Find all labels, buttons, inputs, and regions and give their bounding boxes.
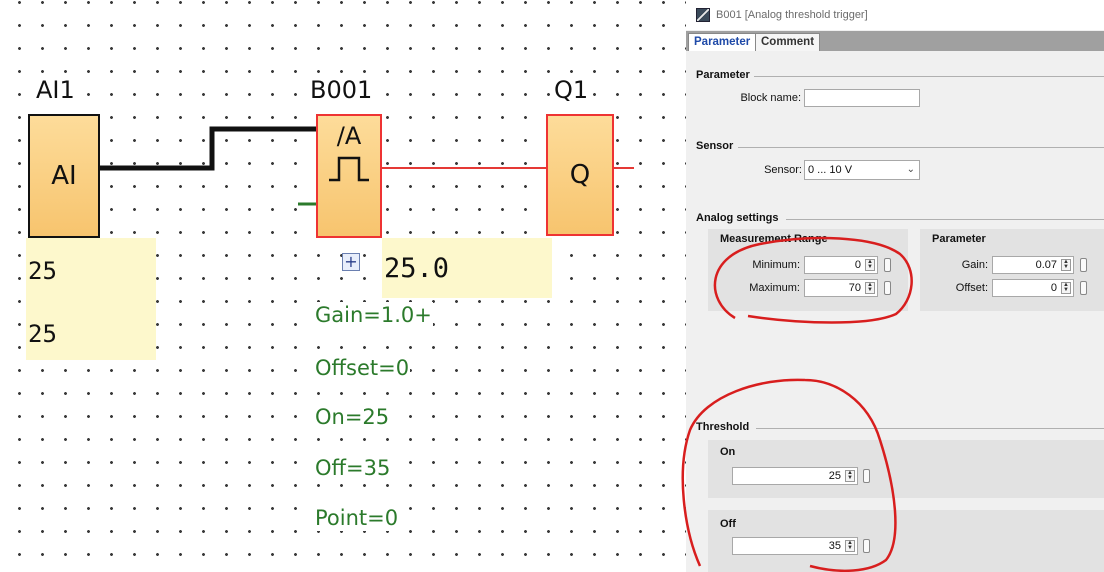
threshold-on-field[interactable]: 25 ▲ ▼ <box>732 467 858 485</box>
expand-icon[interactable]: + <box>342 253 360 271</box>
chevron-down-icon: ⌄ <box>906 164 915 175</box>
analog-settings-rule <box>786 219 1104 220</box>
threshold-section-rule <box>756 428 1104 429</box>
spin-updown-icon[interactable]: ▲ ▼ <box>845 470 855 482</box>
gain-value: 0.07 <box>1035 259 1057 271</box>
scaling-parameter-panel: Parameter Gain: 0.07 ▲ ▼ Offset: 0 ▲ ▼ <box>920 229 1104 311</box>
input-wire <box>100 126 318 171</box>
ai-value-2: 25 <box>28 320 57 348</box>
minimum-value: 0 <box>854 259 861 271</box>
sensor-label: Sensor: <box>764 164 802 176</box>
threshold-on-value: 25 <box>828 470 841 482</box>
b-block-value: 25.0 <box>384 253 450 284</box>
spin-updown-icon[interactable]: ▲ ▼ <box>865 282 875 294</box>
b-block-title: B001 <box>308 76 375 104</box>
maximum-field[interactable]: 70 ▲ ▼ <box>804 279 878 297</box>
analog-threshold-block[interactable]: /A <box>316 114 382 238</box>
threshold-on-panel: On 25 ▲ ▼ <box>708 440 1104 498</box>
analog-symbol: /A <box>336 122 362 150</box>
minimum-label: Minimum: <box>752 259 800 271</box>
function-block-diagram: AI1 B001 Q1 AI /A Q 25 25 + 25.0 Gain=1.… <box>0 0 686 572</box>
param-point: Point=0 <box>314 505 400 531</box>
offset-field[interactable]: 0 ▲ ▼ <box>992 279 1074 297</box>
dialog-titlebar: B001 [Analog threshold trigger] <box>686 0 1104 30</box>
block-name-input[interactable] <box>804 89 920 107</box>
sensor-select[interactable]: 0 ... 10 V ⌄ <box>804 160 920 180</box>
threshold-section-title: Threshold <box>696 421 750 433</box>
ai-block[interactable]: AI <box>28 114 100 238</box>
q-output-block[interactable]: Q <box>546 114 614 236</box>
block-properties-dialog: B001 [Analog threshold trigger] Paramete… <box>686 0 1104 572</box>
minimum-field[interactable]: 0 ▲ ▼ <box>804 256 878 274</box>
param-offset: Offset=0 <box>314 355 411 381</box>
param-gain: Gain=1.0+ <box>314 302 433 328</box>
block-name-label: Block name: <box>740 92 801 104</box>
sensor-select-value: 0 ... 10 V <box>808 164 853 176</box>
ai-block-title: AI1 <box>34 76 77 104</box>
gain-label: Gain: <box>961 259 988 271</box>
tab-strip: Parameter Comment <box>686 31 1104 51</box>
reference-icon[interactable] <box>884 281 891 295</box>
param-on: On=25 <box>314 404 391 430</box>
spin-updown-icon[interactable]: ▲ ▼ <box>845 540 855 552</box>
threshold-off-title: Off <box>720 518 736 530</box>
threshold-on-title: On <box>720 446 736 458</box>
scaling-parameter-title: Parameter <box>932 233 986 245</box>
maximum-value: 70 <box>848 282 861 294</box>
spin-updown-icon[interactable]: ▲ ▼ <box>1061 259 1071 271</box>
dialog-title: B001 [Analog threshold trigger] <box>716 9 868 21</box>
parameter-section-title: Parameter <box>696 69 750 81</box>
threshold-pulse-icon <box>329 156 369 182</box>
reference-icon[interactable] <box>1080 281 1087 295</box>
maximum-label: Maximum: <box>749 282 800 294</box>
sensor-section-rule <box>738 147 1104 148</box>
measurement-range-title: Measurement Range <box>720 233 828 245</box>
spin-updown-icon[interactable]: ▲ ▼ <box>865 259 875 271</box>
threshold-off-field[interactable]: 35 ▲ ▼ <box>732 537 858 555</box>
reference-icon[interactable] <box>1080 258 1087 272</box>
block-icon <box>696 8 710 22</box>
q-block-title: Q1 <box>552 76 591 104</box>
spin-updown-icon[interactable]: ▲ ▼ <box>1061 282 1071 294</box>
ai-block-label: AI <box>51 161 77 191</box>
offset-label: Offset: <box>955 282 988 294</box>
q-block-label: Q <box>569 160 591 190</box>
measurement-range-panel: Measurement Range Minimum: 0 ▲ ▼ Maximum:… <box>708 229 908 311</box>
analog-settings-title: Analog settings <box>696 212 779 224</box>
tab-comment[interactable]: Comment <box>755 33 821 51</box>
offset-value: 0 <box>1050 282 1057 294</box>
param-off: Off=35 <box>314 455 392 481</box>
ai-value-1: 25 <box>28 257 57 285</box>
threshold-off-value: 35 <box>828 540 841 552</box>
tab-parameter[interactable]: Parameter <box>688 33 757 51</box>
reference-icon[interactable] <box>863 539 870 553</box>
threshold-off-panel: Off 35 ▲ ▼ <box>708 510 1104 572</box>
parameter-section-rule <box>754 76 1104 77</box>
reference-icon[interactable] <box>863 469 870 483</box>
gain-field[interactable]: 0.07 ▲ ▼ <box>992 256 1074 274</box>
sensor-section-title: Sensor <box>696 140 734 152</box>
reference-icon[interactable] <box>884 258 891 272</box>
